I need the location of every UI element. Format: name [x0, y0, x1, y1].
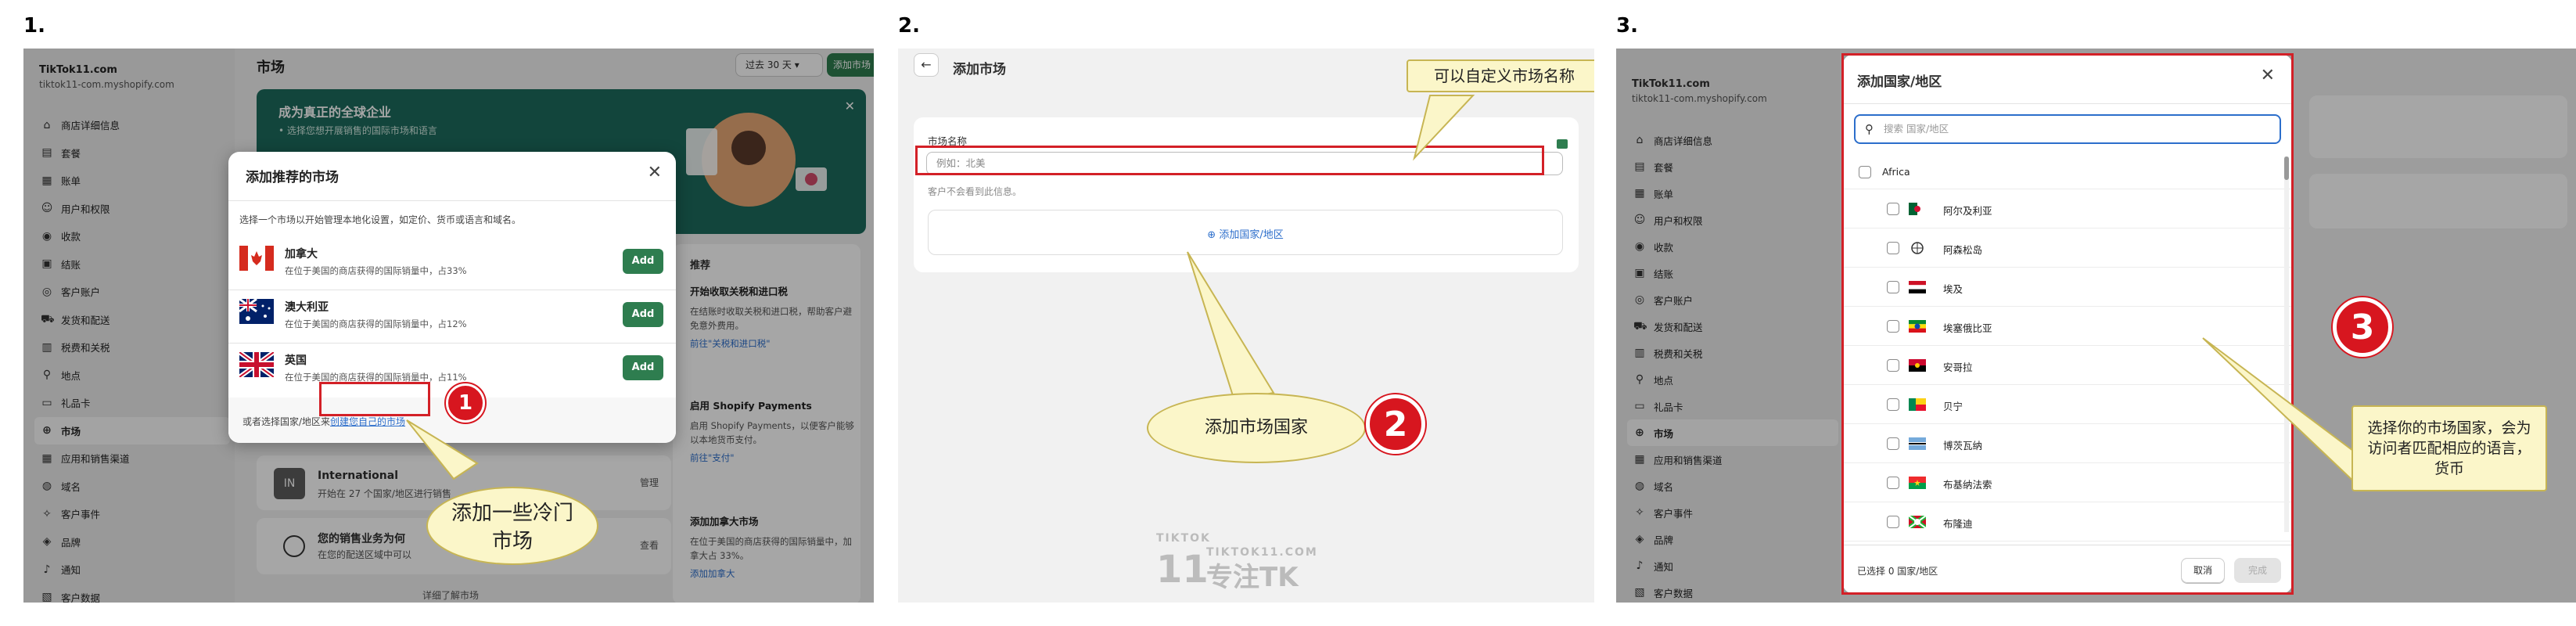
footer-text: 或者选择国家/地区来 [243, 416, 331, 427]
callout-1: 添加一些冷门市场 [426, 487, 598, 565]
recommended-market-row: 加拿大在位于美国的商店获得的国际销量中，占33% Add [239, 238, 666, 291]
add-button[interactable]: Add [623, 302, 663, 327]
modal-desc: 选择一个市场以开始管理本地化设置，如定价、货币或语言和域名。 [239, 214, 522, 225]
back-arrow-icon[interactable]: ← [914, 53, 939, 77]
market-name: 加拿大 [285, 248, 318, 261]
market-name: 澳大利亚 [285, 301, 329, 314]
close-icon[interactable]: ✕ [648, 163, 662, 182]
uk-flag-icon [238, 350, 275, 380]
add-button[interactable]: Add [623, 355, 663, 380]
watermark: 11 TIKTOK TIKTOK11.COM 专注TK [1156, 532, 1344, 595]
step-label-2: 2. [898, 14, 920, 38]
add-button[interactable]: Add [623, 249, 663, 274]
callout-pointer [1187, 251, 1275, 402]
add-region-link[interactable]: 添加国家/地区 [1219, 229, 1283, 241]
callout-bottom: 添加市场国家 [1147, 393, 1366, 463]
callout-3: 选择你的市场国家，会为访问者匹配相应的语言，货币 [2351, 405, 2547, 491]
watermark-top: TIKTOK [1156, 532, 1211, 545]
step-badge-2: 2 [1366, 394, 1425, 454]
modal-title: 添加推荐的市场 [246, 170, 339, 185]
market-name: 英国 [285, 354, 307, 367]
watermark-logo: 11 [1156, 548, 1209, 592]
panel-1: TikTok11.com tiktok11-com.myshopify.com … [23, 49, 874, 603]
page-title: 添加市场 [953, 62, 1006, 77]
market-desc: 在位于美国的商店获得的国际销量中，占33% [285, 265, 467, 276]
grammarly-icon [1557, 139, 1568, 149]
callout-top: 可以自定义市场名称 [1407, 59, 1594, 92]
australia-flag-icon [239, 297, 274, 324]
step-label-1: 1. [23, 14, 45, 38]
market-desc: 在位于美国的商店获得的国际销量中，占12% [285, 318, 467, 329]
panel-3: TikTok11.com tiktok11-com.myshopify.com … [1616, 49, 2576, 603]
highlight-box [319, 382, 430, 416]
recommended-market-row: 澳大利亚在位于美国的商店获得的国际销量中，占12% Add [239, 291, 666, 344]
divider [228, 343, 676, 344]
step-label-3: 3. [1616, 14, 1638, 38]
market-name-hint: 客户不会看到此信息。 [928, 186, 1022, 197]
panel-2: ← 添加市场 市场名称 例如：北美 客户不会看到此信息。 ⊕ 添加国家/地区 可… [898, 49, 1594, 603]
plus-circle-icon: ⊕ [1207, 229, 1216, 241]
divider [228, 200, 676, 201]
watermark-text: 专注TK [1206, 562, 1299, 593]
canada-flag-icon [239, 246, 274, 271]
